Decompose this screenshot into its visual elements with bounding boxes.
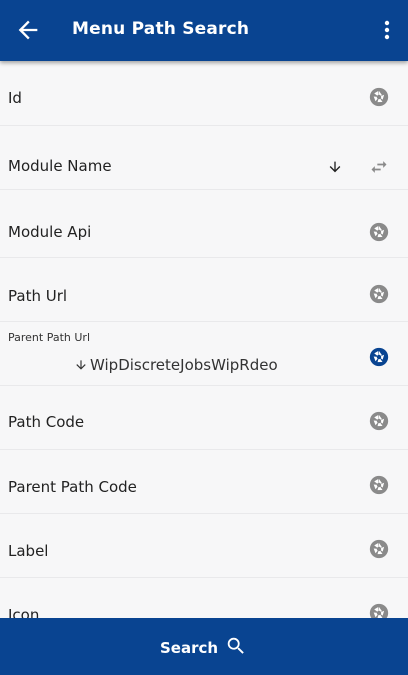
field-row-label[interactable]: Label <box>0 514 408 578</box>
aperture-icon[interactable] <box>368 410 390 432</box>
swap-horiz-icon[interactable] <box>369 157 389 177</box>
field-row-parent-path-url[interactable]: Parent Path Url WipDiscreteJobsWipRdeo <box>0 322 408 386</box>
aperture-icon[interactable] <box>368 474 390 496</box>
field-label: Parent Path Code <box>8 478 137 496</box>
field-row-module-name[interactable]: Module Name <box>0 126 408 190</box>
field-value: WipDiscreteJobsWipRdeo <box>74 356 278 374</box>
field-row-icon[interactable]: Icon <box>0 578 408 618</box>
arrow-down-icon[interactable] <box>327 159 343 175</box>
field-row-module-api[interactable]: Module Api <box>0 190 408 258</box>
arrow-left-icon <box>18 20 38 40</box>
field-label: Module Name <box>8 157 112 175</box>
field-label: Path Url <box>8 287 68 305</box>
arrow-down-icon <box>76 360 86 370</box>
aperture-icon[interactable] <box>368 538 390 560</box>
field-row-parent-path-code[interactable]: Parent Path Code <box>0 450 408 514</box>
field-row-id[interactable]: Id <box>0 62 408 126</box>
field-label: Parent Path Url <box>8 331 91 344</box>
aperture-icon[interactable] <box>368 602 390 618</box>
search-icon <box>225 635 247 657</box>
field-list: Id Module Name Module Api Path Url Paren… <box>0 62 408 618</box>
back-button[interactable] <box>14 16 42 44</box>
app-bar: Menu Path Search <box>0 0 408 61</box>
aperture-icon[interactable] <box>368 283 390 305</box>
aperture-icon-active[interactable] <box>368 346 390 368</box>
field-value-text: WipDiscreteJobsWipRdeo <box>90 356 278 374</box>
aperture-icon[interactable] <box>368 221 390 243</box>
more-vert-icon <box>384 20 390 40</box>
field-label: Path Code <box>8 413 85 431</box>
field-label: Label <box>8 542 49 560</box>
field-label: Id <box>8 89 22 107</box>
page-title: Menu Path Search <box>72 19 250 39</box>
aperture-icon[interactable] <box>368 86 390 108</box>
field-label: Icon <box>8 606 40 618</box>
field-row-path-url[interactable]: Path Url <box>0 258 408 322</box>
more-options-button[interactable] <box>376 16 398 44</box>
search-button-label: Search <box>160 639 219 657</box>
field-row-path-code[interactable]: Path Code <box>0 386 408 450</box>
field-label: Module Api <box>8 223 92 241</box>
search-button[interactable]: Search <box>0 618 408 675</box>
